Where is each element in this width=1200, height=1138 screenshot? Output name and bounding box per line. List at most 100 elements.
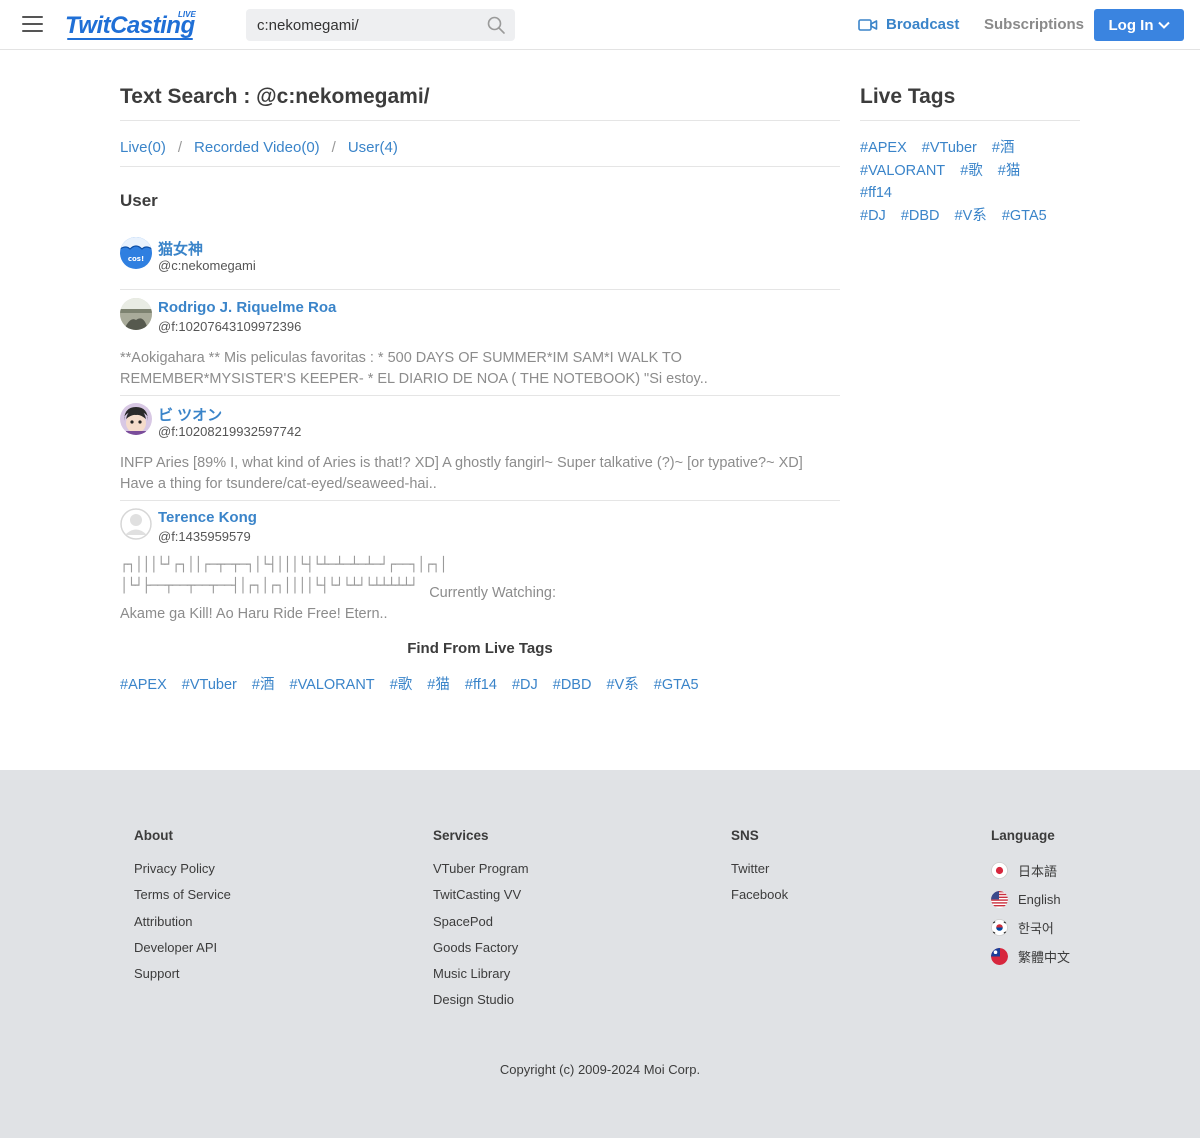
tag-link[interactable]: #歌	[960, 163, 983, 179]
footer-link-privacy-policy[interactable]: Privacy Policy	[134, 861, 231, 887]
user-id: @f:1435959579	[158, 529, 251, 544]
footer-link-developer-api[interactable]: Developer API	[134, 940, 231, 966]
footer-link-terms[interactable]: Terms of Service	[134, 887, 231, 913]
user-bio: ┌┐│││└┘┌┐││┌─┬─┬─┐│└┤│││└┤└┴─┴─┴─┴─┘┌──┐…	[120, 555, 840, 625]
avatar[interactable]	[120, 298, 152, 330]
tag-link[interactable]: #VTuber	[922, 140, 977, 156]
taiwan-flag-icon	[991, 948, 1008, 966]
tag-link[interactable]: #DJ	[512, 677, 538, 693]
japan-flag-icon	[991, 861, 1008, 879]
bio-text: Currently Watching:	[429, 585, 556, 601]
footer-heading: Services	[433, 828, 489, 843]
search-input[interactable]	[246, 9, 476, 41]
footer-heading: SNS	[731, 828, 759, 843]
tab-separator: /	[177, 139, 183, 156]
svg-text:cos!: cos!	[128, 255, 144, 263]
broadcast-link[interactable]: Broadcast	[858, 16, 959, 33]
user-bio: **Aokigahara ** Mis peliculas favoritas …	[120, 350, 708, 387]
footer-link-vtuber-program[interactable]: VTuber Program	[433, 861, 529, 887]
search-box	[246, 9, 515, 41]
footer-link-music-library[interactable]: Music Library	[433, 966, 529, 992]
avatar[interactable]: cos!	[120, 237, 152, 269]
footer-link-twitcasting-vv[interactable]: TwitCasting VV	[433, 887, 529, 913]
bio-ascii-art: │└┘├──┬──┬──┬──┤│┌┐│┌┐││││└┤└┘└┴┘└┴┴┴┴┴┘	[120, 578, 418, 594]
footer-heading: Language	[991, 828, 1055, 843]
footer-link-attribution[interactable]: Attribution	[134, 914, 231, 940]
subscriptions-link[interactable]: Subscriptions	[984, 16, 1084, 33]
tag-link[interactable]: #DBD	[901, 208, 940, 224]
result-tabs: Live(0) / Recorded Video(0) / User(4)	[120, 139, 398, 156]
user-name[interactable]: ビ ツオン	[158, 404, 222, 425]
tag-link[interactable]: #APEX	[120, 677, 167, 693]
tag-link[interactable]: #VALORANT	[860, 163, 945, 179]
footer-link-goods-factory[interactable]: Goods Factory	[433, 940, 529, 966]
language-option-traditional-chinese[interactable]: 繁體中文	[991, 942, 1070, 971]
user-name[interactable]: 猫女神	[158, 238, 203, 259]
language-option-korean[interactable]: 한국어	[991, 914, 1070, 943]
divider	[120, 166, 840, 167]
tag-link[interactable]: #猫	[427, 677, 450, 693]
sidebar-tag-list: #APEX #VTuber #酒 #VALORANT #歌 #猫 #ff14 #…	[860, 137, 1060, 227]
user-name[interactable]: Terence Kong	[158, 509, 257, 526]
tag-link[interactable]: #酒	[252, 677, 275, 693]
footer-sns: SNS Twitter Facebook	[731, 828, 788, 914]
tag-link[interactable]: #GTA5	[1002, 208, 1047, 224]
find-from-live-tags-heading: Find From Live Tags	[407, 640, 553, 657]
chevron-down-icon	[1157, 21, 1170, 29]
top-header: TwitCasting LIVE Broadcast Subscriptions…	[0, 0, 1200, 50]
tag-link[interactable]: #DBD	[553, 677, 592, 693]
login-button[interactable]: Log In	[1094, 9, 1184, 41]
tab-separator: /	[331, 139, 336, 156]
copyright: Copyright (c) 2009-2024 Moi Corp.	[499, 1062, 701, 1077]
tag-link[interactable]: #V系	[606, 677, 638, 693]
section-heading-user: User	[120, 191, 158, 210]
tag-link[interactable]: #歌	[390, 677, 413, 693]
tab-user[interactable]: User(4)	[348, 139, 398, 156]
tag-link[interactable]: #VALORANT	[290, 677, 375, 693]
menu-icon[interactable]	[22, 16, 43, 33]
search-icon[interactable]	[486, 15, 506, 35]
sidebar-title: Live Tags	[860, 85, 956, 108]
user-name[interactable]: Rodrigo J. Riquelme Roa	[158, 299, 336, 316]
divider	[120, 395, 840, 396]
footer-language: Language 日本語 English 한국어 繁體中文	[991, 828, 1070, 971]
footer-link-facebook[interactable]: Facebook	[731, 887, 788, 913]
user-bio: INFP Aries [89% I, what kind of Aries is…	[120, 455, 803, 492]
footer-heading: About	[134, 828, 173, 843]
divider	[120, 120, 840, 121]
tag-link[interactable]: #ff14	[860, 185, 892, 201]
footer-link-spacepod[interactable]: SpacePod	[433, 914, 529, 940]
divider	[120, 500, 840, 501]
korea-flag-icon	[991, 919, 1008, 937]
site-footer: About Privacy Policy Terms of Service At…	[0, 770, 1200, 1138]
footer-services: Services VTuber Program TwitCasting VV S…	[433, 828, 529, 1019]
us-flag-icon	[991, 890, 1008, 908]
tag-link[interactable]: #ff14	[465, 677, 497, 693]
tag-link[interactable]: #APEX	[860, 140, 907, 156]
footer-link-design-studio[interactable]: Design Studio	[433, 992, 529, 1018]
tag-link[interactable]: #DJ	[860, 208, 886, 224]
divider	[860, 120, 1080, 121]
user-id: @c:nekomegami	[158, 258, 256, 273]
tag-link[interactable]: #GTA5	[654, 677, 699, 693]
bio-ascii-art: ┌┐│││└┘┌┐││┌─┬─┬─┐│└┤│││└┤└┴─┴─┴─┴─┘┌──┐…	[120, 557, 448, 573]
footer-link-twitter[interactable]: Twitter	[731, 861, 788, 887]
footer-about: About Privacy Policy Terms of Service At…	[134, 828, 231, 992]
tag-link[interactable]: #酒	[992, 140, 1015, 156]
bottom-tag-list: #APEX #VTuber #酒 #VALORANT #歌 #猫 #ff14 #…	[120, 673, 710, 694]
user-id: @f:10208219932597742	[158, 424, 302, 439]
tab-recorded-video[interactable]: Recorded Video(0)	[194, 139, 320, 156]
user-id: @f:10207643109972396	[158, 319, 302, 334]
language-option-japanese[interactable]: 日本語	[991, 856, 1070, 885]
tag-link[interactable]: #VTuber	[182, 677, 237, 693]
footer-link-support[interactable]: Support	[134, 966, 231, 992]
tab-live[interactable]: Live(0)	[120, 139, 166, 156]
tag-link[interactable]: #V系	[955, 208, 987, 224]
divider	[120, 289, 840, 290]
page-title: Text Search : @c:nekomegami/	[120, 85, 430, 108]
language-option-english[interactable]: English	[991, 885, 1070, 914]
avatar[interactable]	[120, 403, 152, 435]
tag-link[interactable]: #猫	[998, 163, 1021, 179]
video-camera-icon	[858, 18, 878, 31]
avatar[interactable]	[120, 508, 152, 540]
